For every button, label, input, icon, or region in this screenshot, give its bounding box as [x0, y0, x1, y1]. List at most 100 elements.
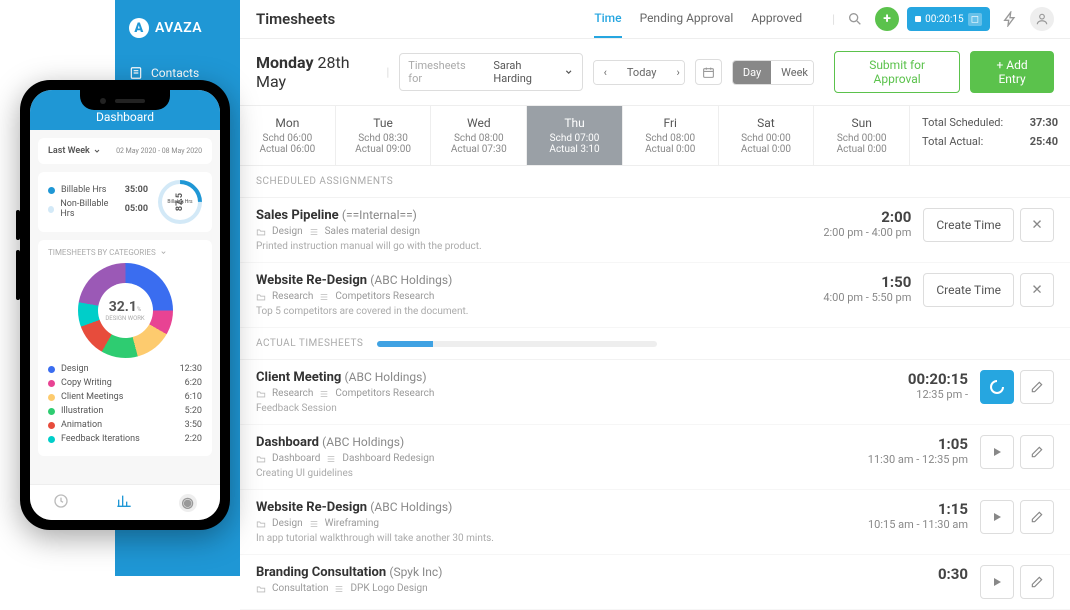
brand: A AVAZA	[115, 18, 240, 38]
controls-row: Monday 28th May | Timesheets for Sarah H…	[240, 39, 1070, 106]
edit-icon	[1030, 445, 1044, 459]
entry-actions: Create Time ✕	[923, 208, 1054, 242]
dismiss-button[interactable]: ✕	[1020, 273, 1054, 307]
date-nav: ‹ Today ›	[593, 60, 686, 85]
category-item: Copy Writing6:20	[48, 378, 202, 388]
entry-actions: Create Time ✕	[923, 273, 1054, 307]
phone-notch	[80, 90, 170, 110]
chevron-down-icon	[160, 249, 167, 256]
selected-user: Sarah Harding	[493, 59, 558, 85]
play-button[interactable]	[980, 500, 1014, 534]
day-scheduled: Schd 08:00	[623, 133, 718, 144]
category-value: 3:50	[185, 420, 202, 430]
day-cell-sat[interactable]: Sat Schd 00:00 Actual 0:00	[719, 106, 815, 165]
category-item: Design12:30	[48, 364, 202, 374]
timesheet-entry: Branding Consultation (Spyk Inc) Consult…	[240, 555, 1070, 610]
nav-chart[interactable]	[116, 493, 132, 512]
edit-button[interactable]	[1020, 370, 1054, 404]
phone-billable-card: Billable Hrs35:00 Non-Billable Hrs05:00 …	[38, 172, 212, 232]
day-name: Tue	[336, 116, 431, 130]
header-tabs: Time Pending Approval Approved	[594, 0, 802, 38]
create-time-button[interactable]: Create Time	[923, 208, 1014, 242]
calendar-button[interactable]	[695, 59, 722, 85]
day-scheduled: Schd 08:00	[431, 133, 526, 144]
submit-approval-button[interactable]: Submit for Approval	[834, 51, 960, 93]
timer-running-button[interactable]	[980, 370, 1014, 404]
today-button[interactable]: Today	[617, 61, 667, 84]
add-entry-button[interactable]: + Add Entry	[970, 51, 1054, 93]
timesheet-entry: Dashboard (ABC Holdings) DashboardDashbo…	[240, 425, 1070, 490]
dot-icon	[48, 394, 55, 401]
play-button[interactable]	[980, 565, 1014, 599]
category-name: Client Meetings	[61, 392, 123, 402]
entry-range: 2:00 pm - 4:00 pm	[781, 226, 911, 239]
day-cell-thu[interactable]: Thu Schd 07:00 Actual 3:10	[527, 106, 623, 165]
entry-meta: DashboardDashboard Redesign	[256, 453, 826, 464]
lightning-button[interactable]	[998, 7, 1022, 31]
search-button[interactable]	[843, 7, 867, 31]
day-actual: Actual 09:00	[336, 144, 431, 155]
user-icon: ◉	[179, 494, 197, 512]
nav-avatar[interactable]: ◉	[179, 494, 197, 512]
category-value: 6:10	[185, 392, 202, 402]
prev-day-button[interactable]: ‹	[594, 61, 617, 84]
dot-icon	[48, 422, 55, 429]
next-day-button[interactable]: ›	[667, 61, 686, 84]
day-actual: Actual 0:00	[623, 144, 718, 155]
entry-project: Website Re-Design (ABC Holdings)	[256, 500, 826, 515]
phone-range-select[interactable]: Last Week	[48, 146, 101, 156]
user-select[interactable]: Timesheets for Sarah Harding	[399, 53, 582, 91]
nav-clock[interactable]	[53, 493, 69, 512]
day-actual: Actual 07:30	[431, 144, 526, 155]
main: Timesheets Time Pending Approval Approve…	[240, 0, 1070, 576]
edit-icon	[1030, 575, 1044, 589]
timer-pill[interactable]: 00:20:15◻	[907, 7, 990, 31]
week-strip: Mon Schd 06:00 Actual 06:00Tue Schd 08:3…	[240, 106, 1070, 166]
tab-time[interactable]: Time	[594, 0, 621, 38]
day-cell-mon[interactable]: Mon Schd 06:00 Actual 06:00	[240, 106, 336, 165]
total-actual-value: 25:40	[1030, 135, 1058, 148]
phone-bottom-nav: ◉	[30, 484, 220, 520]
tab-approved[interactable]: Approved	[751, 0, 802, 38]
day-cell-sun[interactable]: Sun Schd 00:00 Actual 0:00	[814, 106, 910, 165]
entry-duration: 1:50	[781, 273, 911, 291]
contacts-icon	[129, 66, 143, 80]
add-button[interactable]: +	[875, 7, 899, 31]
phone-filter-row[interactable]: Last Week 02 May 2020 - 08 May 2020	[38, 138, 212, 164]
day-cell-tue[interactable]: Tue Schd 08:30 Actual 09:00	[336, 106, 432, 165]
entry-duration: 1:05	[838, 435, 968, 453]
day-scheduled: Schd 06:00	[240, 133, 335, 144]
edit-button[interactable]	[1020, 435, 1054, 469]
phone-categories-card: TIMESHEETS BY CATEGORIES 32.1%DESIGN WOR…	[38, 240, 212, 456]
view-week-button[interactable]: Week	[771, 61, 814, 84]
edit-icon	[1030, 380, 1044, 394]
entry-duration: 0:30	[838, 565, 968, 583]
day-actual: Actual 3:10	[527, 144, 622, 155]
category-item: Animation 3:50	[48, 420, 202, 430]
entry-description: Top 5 competitors are covered in the doc…	[256, 306, 769, 317]
view-day-button[interactable]: Day	[733, 61, 771, 84]
avatar[interactable]	[1030, 7, 1054, 31]
category-value: 6:20	[185, 378, 202, 388]
entry-actions	[980, 500, 1054, 534]
day-cell-fri[interactable]: Fri Schd 08:00 Actual 0:00	[623, 106, 719, 165]
category-value: 5:20	[185, 406, 202, 416]
dot-icon	[48, 366, 55, 373]
play-icon	[991, 511, 1003, 523]
day-cell-wed[interactable]: Wed Schd 08:00 Actual 07:30	[431, 106, 527, 165]
dismiss-button[interactable]: ✕	[1020, 208, 1054, 242]
user-icon	[1035, 12, 1049, 26]
create-time-button[interactable]: Create Time	[923, 273, 1014, 307]
entry-project: Website Re-Design (ABC Holdings)	[256, 273, 769, 288]
edit-button[interactable]	[1020, 500, 1054, 534]
entry-description: Creating UI guidelines	[256, 468, 826, 479]
dot-icon	[48, 436, 55, 443]
category-item: Illustration5:20	[48, 406, 202, 416]
tab-pending[interactable]: Pending Approval	[640, 0, 734, 38]
edit-button[interactable]	[1020, 565, 1054, 599]
view-toggle: Day Week	[732, 60, 814, 85]
category-name: Feedback Iterations	[61, 434, 140, 444]
total-scheduled-value: 37:30	[1030, 116, 1058, 129]
category-name: Animation	[61, 420, 102, 430]
play-button[interactable]	[980, 435, 1014, 469]
